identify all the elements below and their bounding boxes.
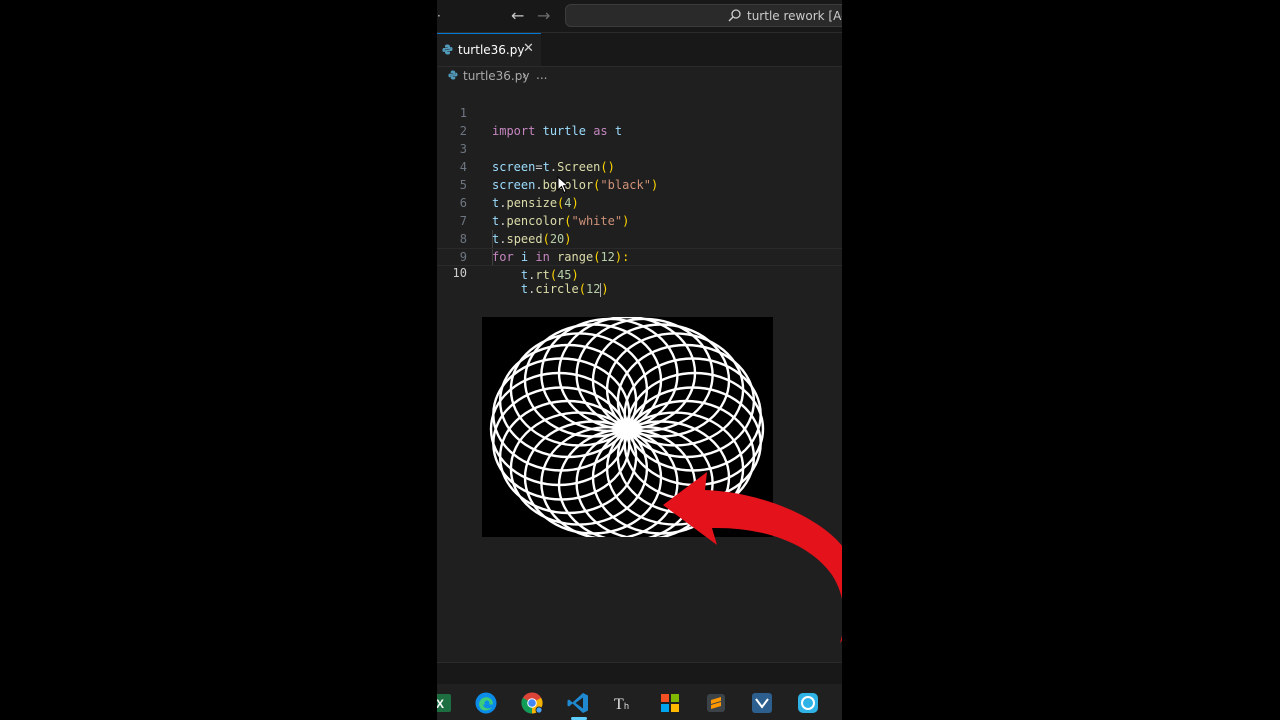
token: 45 <box>557 268 572 282</box>
code-line-9[interactable]: 9 t.rt(45) <box>437 230 842 282</box>
code-line-8[interactable]: 8 for i in range(12): <box>437 212 842 264</box>
code-line-4[interactable]: 4 screen.bgcolor("black") <box>437 140 842 192</box>
excel-icon[interactable]: X <box>437 691 453 715</box>
turtle-drawing <box>489 317 765 537</box>
token: ) <box>601 282 609 296</box>
turtle-graphics-window <box>482 317 773 537</box>
svg-text:T: T <box>614 696 624 713</box>
token: ( <box>549 268 558 282</box>
vscode-icon[interactable] <box>566 691 590 715</box>
edge-icon[interactable] <box>474 691 498 715</box>
tab-turtle36[interactable]: turtle36.py ✕ <box>437 33 541 66</box>
office-icon[interactable] <box>658 691 682 715</box>
token: ) <box>571 268 579 282</box>
code-line-2[interactable]: 2 <box>437 104 842 138</box>
python-file-icon <box>448 70 458 80</box>
token: ( <box>578 282 586 296</box>
title-bar: · ← → turtle rework [Admi <box>437 0 842 33</box>
menu-icon[interactable]: · <box>437 9 441 23</box>
vscode-window: · ← → turtle rework [Admi turtle36.py ✕ … <box>437 0 842 720</box>
status-bar <box>437 662 842 685</box>
back-arrow-icon[interactable]: ← <box>511 6 524 25</box>
svg-text:h: h <box>624 701 629 711</box>
breadcrumb-more[interactable]: ... <box>536 68 547 82</box>
svg-text:X: X <box>437 697 444 711</box>
breadcrumb: turtle36.py › ... <box>437 66 842 86</box>
python-file-icon <box>442 44 453 55</box>
line-number: 10 <box>452 266 467 280</box>
search-icon <box>728 9 741 22</box>
code-line-7[interactable]: 7 t.speed(20) <box>437 194 842 246</box>
chevron-right-icon: › <box>522 68 527 82</box>
code-editor[interactable]: 1 import turtle as t 2 3 screen=t.Screen… <box>437 86 842 297</box>
typora-icon[interactable]: T h <box>612 691 636 715</box>
tab-label: turtle36.py <box>458 43 525 57</box>
token: circle <box>535 282 579 296</box>
code-line-5[interactable]: 5 t.pensize(4) <box>437 158 842 210</box>
code-line-6[interactable]: 6 t.pencolor("white") <box>437 176 842 228</box>
code-line-10[interactable]: 10 t.circle(12) <box>437 248 842 297</box>
close-icon[interactable]: ✕ <box>523 41 534 56</box>
taskbar: X T h <box>437 684 842 720</box>
sublime-icon[interactable] <box>704 691 728 715</box>
token: rt <box>535 268 550 282</box>
code-line-1[interactable]: 1 import turtle as t <box>437 86 842 138</box>
command-center-text: turtle rework [Admi <box>747 9 842 23</box>
tab-bar: turtle36.py ✕ <box>437 33 842 67</box>
breadcrumb-file[interactable]: turtle36.py <box>463 69 529 83</box>
app-icon[interactable] <box>796 691 820 715</box>
forward-arrow-icon[interactable]: → <box>537 6 550 25</box>
command-center-search[interactable]: turtle rework [Admi <box>565 4 842 27</box>
code-line-3[interactable]: 3 screen=t.Screen() <box>437 122 842 174</box>
visual-studio-icon[interactable] <box>750 691 774 715</box>
chrome-icon[interactable] <box>520 691 544 715</box>
mouse-pointer-icon <box>557 176 569 194</box>
token: 12 <box>585 282 601 296</box>
